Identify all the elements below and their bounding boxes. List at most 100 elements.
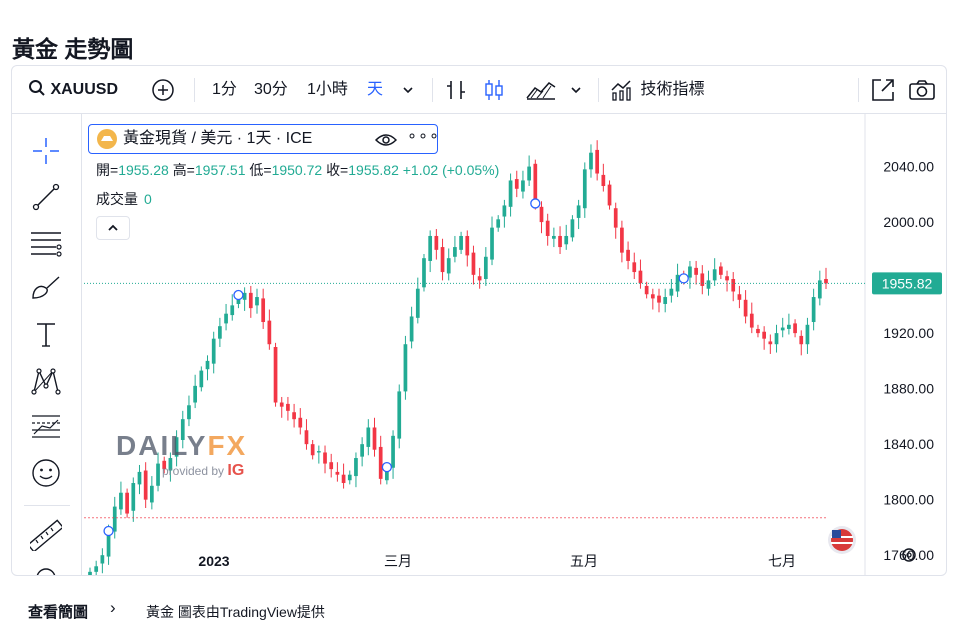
legend-box[interactable]: 黃金現貨 / 美元 · 1天 · ICE ∘∘∘ bbox=[88, 124, 440, 154]
candle bbox=[787, 324, 791, 329]
watermark-fx: FX bbox=[207, 430, 248, 461]
indicators-button[interactable]: 技術指標 bbox=[610, 66, 704, 114]
candle bbox=[446, 258, 451, 274]
event-marker bbox=[530, 198, 541, 209]
candle bbox=[725, 276, 729, 281]
candle bbox=[805, 324, 810, 345]
candle bbox=[737, 294, 742, 300]
candle bbox=[310, 444, 315, 456]
candle bbox=[409, 316, 414, 342]
candle bbox=[434, 235, 439, 250]
candle bbox=[378, 446, 383, 479]
candle bbox=[211, 338, 216, 364]
candle bbox=[657, 295, 661, 303]
candle bbox=[112, 506, 117, 532]
y-tick-label: 2000.00 bbox=[883, 214, 934, 230]
candle bbox=[669, 288, 674, 296]
open-fullscreen-button[interactable] bbox=[870, 66, 896, 114]
candle bbox=[496, 219, 501, 228]
indicators-icon bbox=[611, 80, 631, 101]
candle bbox=[595, 149, 600, 174]
page-title: 黃金 走勢圖 bbox=[12, 36, 134, 62]
x-tick-label: 五月 bbox=[570, 553, 598, 569]
candle bbox=[397, 391, 402, 439]
ohlc-values: 開=1955.28 高=1957.51 低=1950.72 收=1955.82 … bbox=[96, 160, 499, 180]
candle bbox=[749, 313, 754, 328]
add-circle-icon bbox=[152, 79, 174, 101]
interval-1m[interactable]: 1分 bbox=[212, 66, 237, 114]
collapse-legend-button[interactable] bbox=[96, 216, 130, 240]
candle bbox=[143, 470, 148, 500]
candle bbox=[582, 169, 587, 209]
volume-label: 成交量 bbox=[96, 191, 138, 207]
interval-dropdown[interactable] bbox=[402, 66, 414, 114]
candle bbox=[335, 471, 340, 475]
candle bbox=[465, 235, 470, 256]
view-simple-chart-link[interactable]: 查看簡圖 bbox=[28, 601, 88, 622]
candle bbox=[453, 247, 457, 257]
open-label: 開= bbox=[96, 162, 119, 178]
snapshot-button[interactable] bbox=[908, 66, 936, 114]
candle bbox=[539, 206, 544, 223]
high-label: 高= bbox=[172, 162, 195, 178]
more-options-icon[interactable]: ∘∘∘ bbox=[407, 126, 440, 146]
candle bbox=[650, 294, 655, 299]
candle bbox=[762, 331, 767, 339]
interval-30m[interactable]: 30分 bbox=[254, 66, 288, 114]
candle bbox=[508, 180, 513, 207]
candle bbox=[193, 385, 197, 403]
candles-style-button[interactable] bbox=[482, 66, 506, 114]
candle bbox=[354, 458, 358, 477]
low-label: 低= bbox=[249, 162, 272, 178]
bar-style-button[interactable] bbox=[444, 66, 468, 114]
y-tick-label: 1880.00 bbox=[883, 381, 934, 397]
interval-1h[interactable]: 1小時 bbox=[307, 66, 348, 114]
search-icon bbox=[29, 80, 45, 96]
candle bbox=[644, 285, 649, 295]
close-label: 收= bbox=[326, 162, 349, 178]
area-style-button[interactable] bbox=[525, 66, 557, 114]
candle bbox=[613, 208, 618, 228]
legend-title: 黃金現貨 / 美元 · 1天 · ICE bbox=[123, 130, 313, 147]
candle bbox=[106, 532, 111, 557]
low-value: 1950.72 bbox=[271, 162, 323, 178]
candle bbox=[261, 298, 266, 323]
candle bbox=[601, 174, 606, 187]
candle bbox=[607, 184, 612, 206]
eye-icon[interactable] bbox=[375, 132, 397, 148]
candle bbox=[391, 435, 395, 468]
event-marker bbox=[678, 273, 689, 284]
bars-icon bbox=[447, 80, 465, 99]
candle bbox=[329, 462, 334, 470]
candle bbox=[694, 267, 698, 275]
candle bbox=[248, 292, 253, 309]
candle bbox=[527, 166, 531, 181]
candle bbox=[502, 205, 507, 217]
change-value: +1.02 bbox=[402, 162, 439, 178]
candle bbox=[137, 471, 142, 485]
candle bbox=[292, 412, 296, 420]
compare-button[interactable] bbox=[151, 66, 175, 114]
candle bbox=[824, 278, 828, 284]
candle bbox=[799, 335, 804, 345]
candle bbox=[558, 235, 562, 248]
candle bbox=[100, 555, 105, 564]
candle bbox=[304, 430, 309, 445]
gold-coin-icon bbox=[97, 129, 117, 149]
area-chart-icon bbox=[526, 81, 556, 100]
price-chart[interactable]: 1760.001800.001840.001880.001920.001960.… bbox=[12, 114, 947, 576]
interval-1d[interactable]: 天 bbox=[367, 66, 383, 114]
candle bbox=[576, 205, 581, 218]
chart-type-dropdown[interactable] bbox=[570, 66, 582, 114]
candle bbox=[663, 297, 668, 304]
chevron-down-icon bbox=[403, 87, 413, 93]
candle bbox=[731, 278, 736, 292]
chevron-right-icon[interactable]: › bbox=[110, 598, 116, 618]
candle bbox=[490, 227, 494, 260]
candle bbox=[230, 305, 235, 316]
candle bbox=[459, 235, 463, 250]
external-link-icon bbox=[872, 78, 894, 101]
symbol-search[interactable]: XAUUSD bbox=[28, 66, 118, 114]
candle bbox=[477, 276, 482, 281]
volume-legend: 成交量 0 bbox=[96, 189, 152, 209]
